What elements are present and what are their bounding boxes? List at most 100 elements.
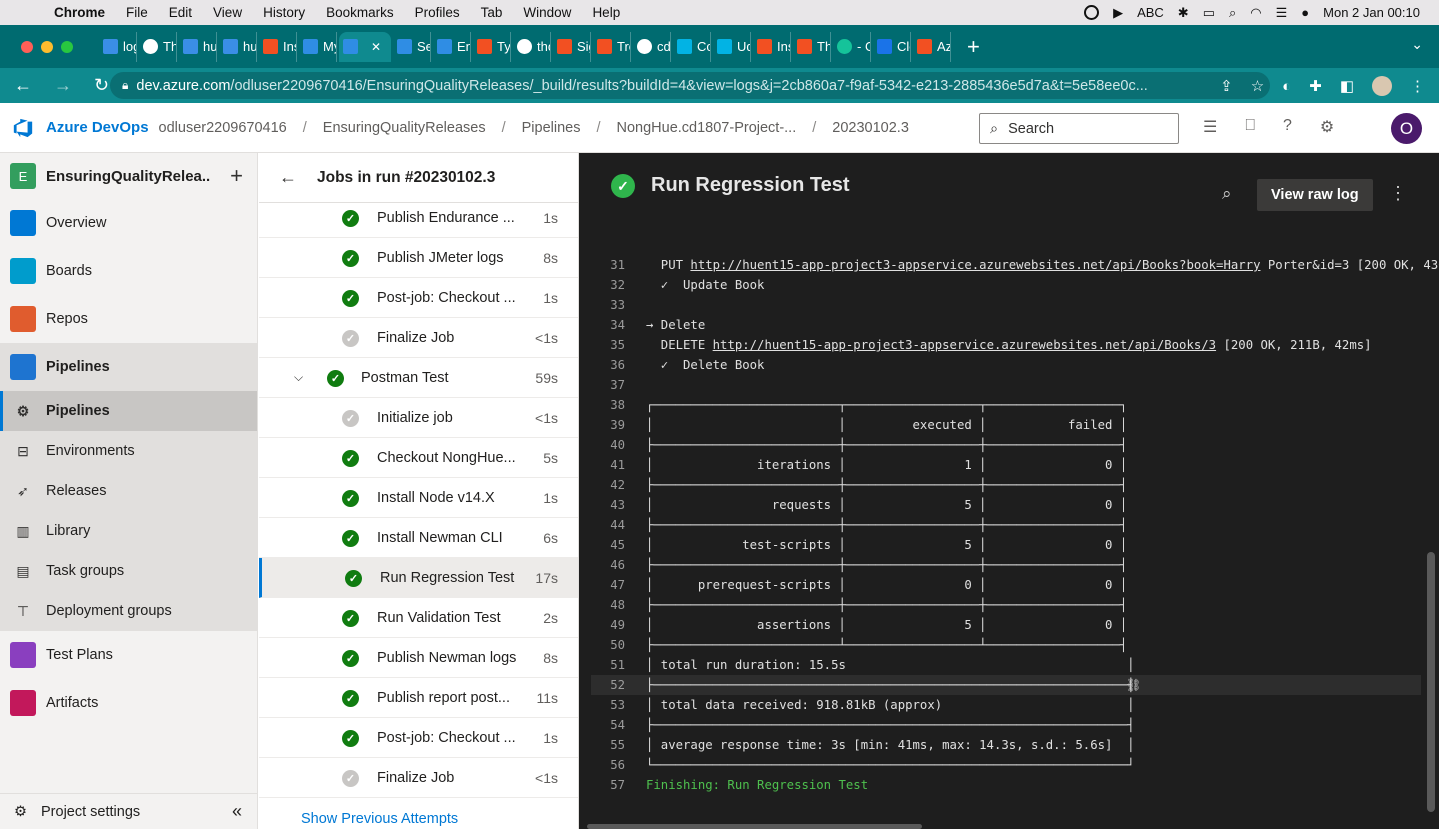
line-number[interactable]: 46	[591, 558, 625, 572]
menu-window[interactable]: Window	[523, 5, 571, 20]
line-number[interactable]: 57	[591, 778, 625, 792]
browser-tab[interactable]: Clo	[873, 31, 911, 62]
play-icon[interactable]: ▶	[1113, 5, 1123, 21]
line-number[interactable]: 55	[591, 738, 625, 752]
back-arrow-icon[interactable]: ←	[259, 167, 317, 188]
browser-tab[interactable]: The	[139, 31, 177, 62]
line-number[interactable]: 41	[591, 458, 625, 472]
sidepanel-icon[interactable]: ◧	[1340, 77, 1354, 95]
log-horizontal-scrollbar[interactable]	[587, 824, 922, 829]
nav-overview[interactable]: Overview	[0, 199, 257, 247]
line-number[interactable]: 32	[591, 278, 625, 292]
step-row[interactable]: ✓ Publish report post... 11s	[259, 678, 578, 718]
breadcrumb-item[interactable]: Pipelines	[522, 120, 581, 136]
nav-repos[interactable]: Repos	[0, 295, 257, 343]
browser-tab[interactable]: Tro	[593, 31, 631, 62]
line-number[interactable]: 42	[591, 478, 625, 492]
battery-icon[interactable]: ▭	[1203, 5, 1215, 21]
step-row[interactable]: ✓ Publish JMeter logs 8s	[259, 238, 578, 278]
step-row[interactable]: ✓ Checkout NongHue... 5s	[259, 438, 578, 478]
step-row[interactable]: ✓ Run Regression Test 17s	[259, 558, 578, 598]
bookmark-star-icon[interactable]: ☆	[1251, 77, 1264, 95]
menu-history[interactable]: History	[263, 5, 305, 20]
log-vertical-scrollbar[interactable]	[1427, 552, 1435, 812]
extension-icon[interactable]: ◐	[1282, 78, 1291, 95]
browser-tab[interactable]: Azu	[913, 31, 951, 62]
step-row[interactable]: ✓ Post-job: Checkout ... 1s	[259, 278, 578, 318]
chrome-menu-icon[interactable]: ⋮	[1410, 77, 1425, 95]
browser-tab[interactable]: My	[299, 31, 337, 62]
menu-view[interactable]: View	[213, 5, 242, 20]
chevron-down-icon[interactable]: ⌵	[294, 370, 303, 385]
browser-tab[interactable]: Cor	[673, 31, 711, 62]
line-number[interactable]: 34	[591, 318, 625, 332]
subnav-task-groups[interactable]: ▤ Task groups	[0, 551, 257, 591]
line-number[interactable]: 51	[591, 658, 625, 672]
log-search-icon[interactable]: ⌕	[1222, 184, 1232, 204]
browser-tab[interactable]: log	[99, 31, 137, 62]
record-icon[interactable]	[1084, 5, 1100, 20]
browser-tab[interactable]: Uda	[713, 31, 751, 62]
menu-profiles[interactable]: Profiles	[415, 5, 460, 20]
subnav-releases[interactable]: ➶ Releases	[0, 471, 257, 511]
nav-pipelines[interactable]: Pipelines	[0, 343, 257, 391]
profile-avatar[interactable]	[1372, 76, 1392, 96]
line-number[interactable]: 43	[591, 498, 625, 512]
browser-tab[interactable]: tho	[513, 31, 551, 62]
line-number[interactable]: 49	[591, 618, 625, 632]
share-icon[interactable]: ⇪	[1220, 77, 1233, 95]
browser-tab[interactable]: hue	[179, 31, 217, 62]
browser-tab[interactable]: - G	[833, 31, 871, 62]
browser-tab[interactable]: ✕	[339, 31, 391, 62]
menu-tab[interactable]: Tab	[481, 5, 503, 20]
breadcrumb-item[interactable]: EnsuringQualityReleases	[323, 120, 486, 136]
menu-app[interactable]: Chrome	[54, 5, 105, 20]
step-row[interactable]: ✓ Finalize Job <1s	[259, 318, 578, 358]
more-options-icon[interactable]: ⋮	[1389, 183, 1407, 204]
step-row[interactable]: ✓ Finalize Job <1s	[259, 758, 578, 798]
line-number[interactable]: 54	[591, 718, 625, 732]
new-tab-button[interactable]: +	[967, 34, 980, 60]
azure-devops-logo[interactable]	[12, 117, 34, 139]
subnav-pipelines[interactable]: ⚙ Pipelines	[0, 391, 257, 431]
nav-artifacts[interactable]: Artifacts	[0, 679, 257, 727]
subnav-library[interactable]: ▥ Library	[0, 511, 257, 551]
close-window-button[interactable]	[21, 40, 33, 53]
browser-tab[interactable]: Sig	[553, 31, 591, 62]
menu-bookmarks[interactable]: Bookmarks	[326, 5, 394, 20]
input-source[interactable]: ABC	[1137, 5, 1164, 20]
marketplace-icon[interactable]: ⎕	[1245, 117, 1255, 137]
step-row[interactable]: ✓ Post-job: Checkout ... 1s	[259, 718, 578, 758]
wifi-icon[interactable]: ◠	[1250, 5, 1261, 21]
line-number[interactable]: 36	[591, 358, 625, 372]
line-number[interactable]: 47	[591, 578, 625, 592]
line-number[interactable]: 33	[591, 298, 625, 312]
add-icon[interactable]: +	[230, 163, 243, 189]
browser-tab[interactable]: cd1	[633, 31, 671, 62]
browser-tab[interactable]: Inst	[259, 31, 297, 62]
close-tab-icon[interactable]: ✕	[371, 40, 381, 54]
browser-tab[interactable]: Typ	[473, 31, 511, 62]
line-number[interactable]: 53	[591, 698, 625, 712]
forward-icon[interactable]: →	[54, 75, 80, 96]
browser-tab[interactable]: hue	[219, 31, 257, 62]
browser-tab[interactable]: Env	[433, 31, 471, 62]
job-row[interactable]: ⌵ ✓ Postman Test 59s	[259, 358, 578, 398]
back-icon[interactable]: ←	[14, 75, 40, 96]
user-avatar[interactable]: O	[1391, 113, 1422, 144]
menu-help[interactable]: Help	[592, 5, 620, 20]
copy-link-icon[interactable]: ⛓	[1126, 678, 1141, 692]
brand-link[interactable]: Azure DevOps	[46, 119, 149, 136]
line-number[interactable]: 39	[591, 418, 625, 432]
minimize-window-button[interactable]	[41, 40, 53, 53]
nav-boards[interactable]: Boards	[0, 247, 257, 295]
menu-file[interactable]: File	[126, 5, 148, 20]
line-number[interactable]: 50	[591, 638, 625, 652]
browser-tab[interactable]: Set	[393, 31, 431, 62]
project-settings[interactable]: ⚙ Project settings «	[0, 793, 258, 829]
line-number[interactable]: 45	[591, 538, 625, 552]
show-previous-attempts-link[interactable]: Show Previous Attempts	[301, 811, 458, 827]
siri-icon[interactable]: ●	[1301, 5, 1309, 20]
subnav-deployment-groups[interactable]: ⊤ Deployment groups	[0, 591, 257, 631]
line-number[interactable]: 38	[591, 398, 625, 412]
